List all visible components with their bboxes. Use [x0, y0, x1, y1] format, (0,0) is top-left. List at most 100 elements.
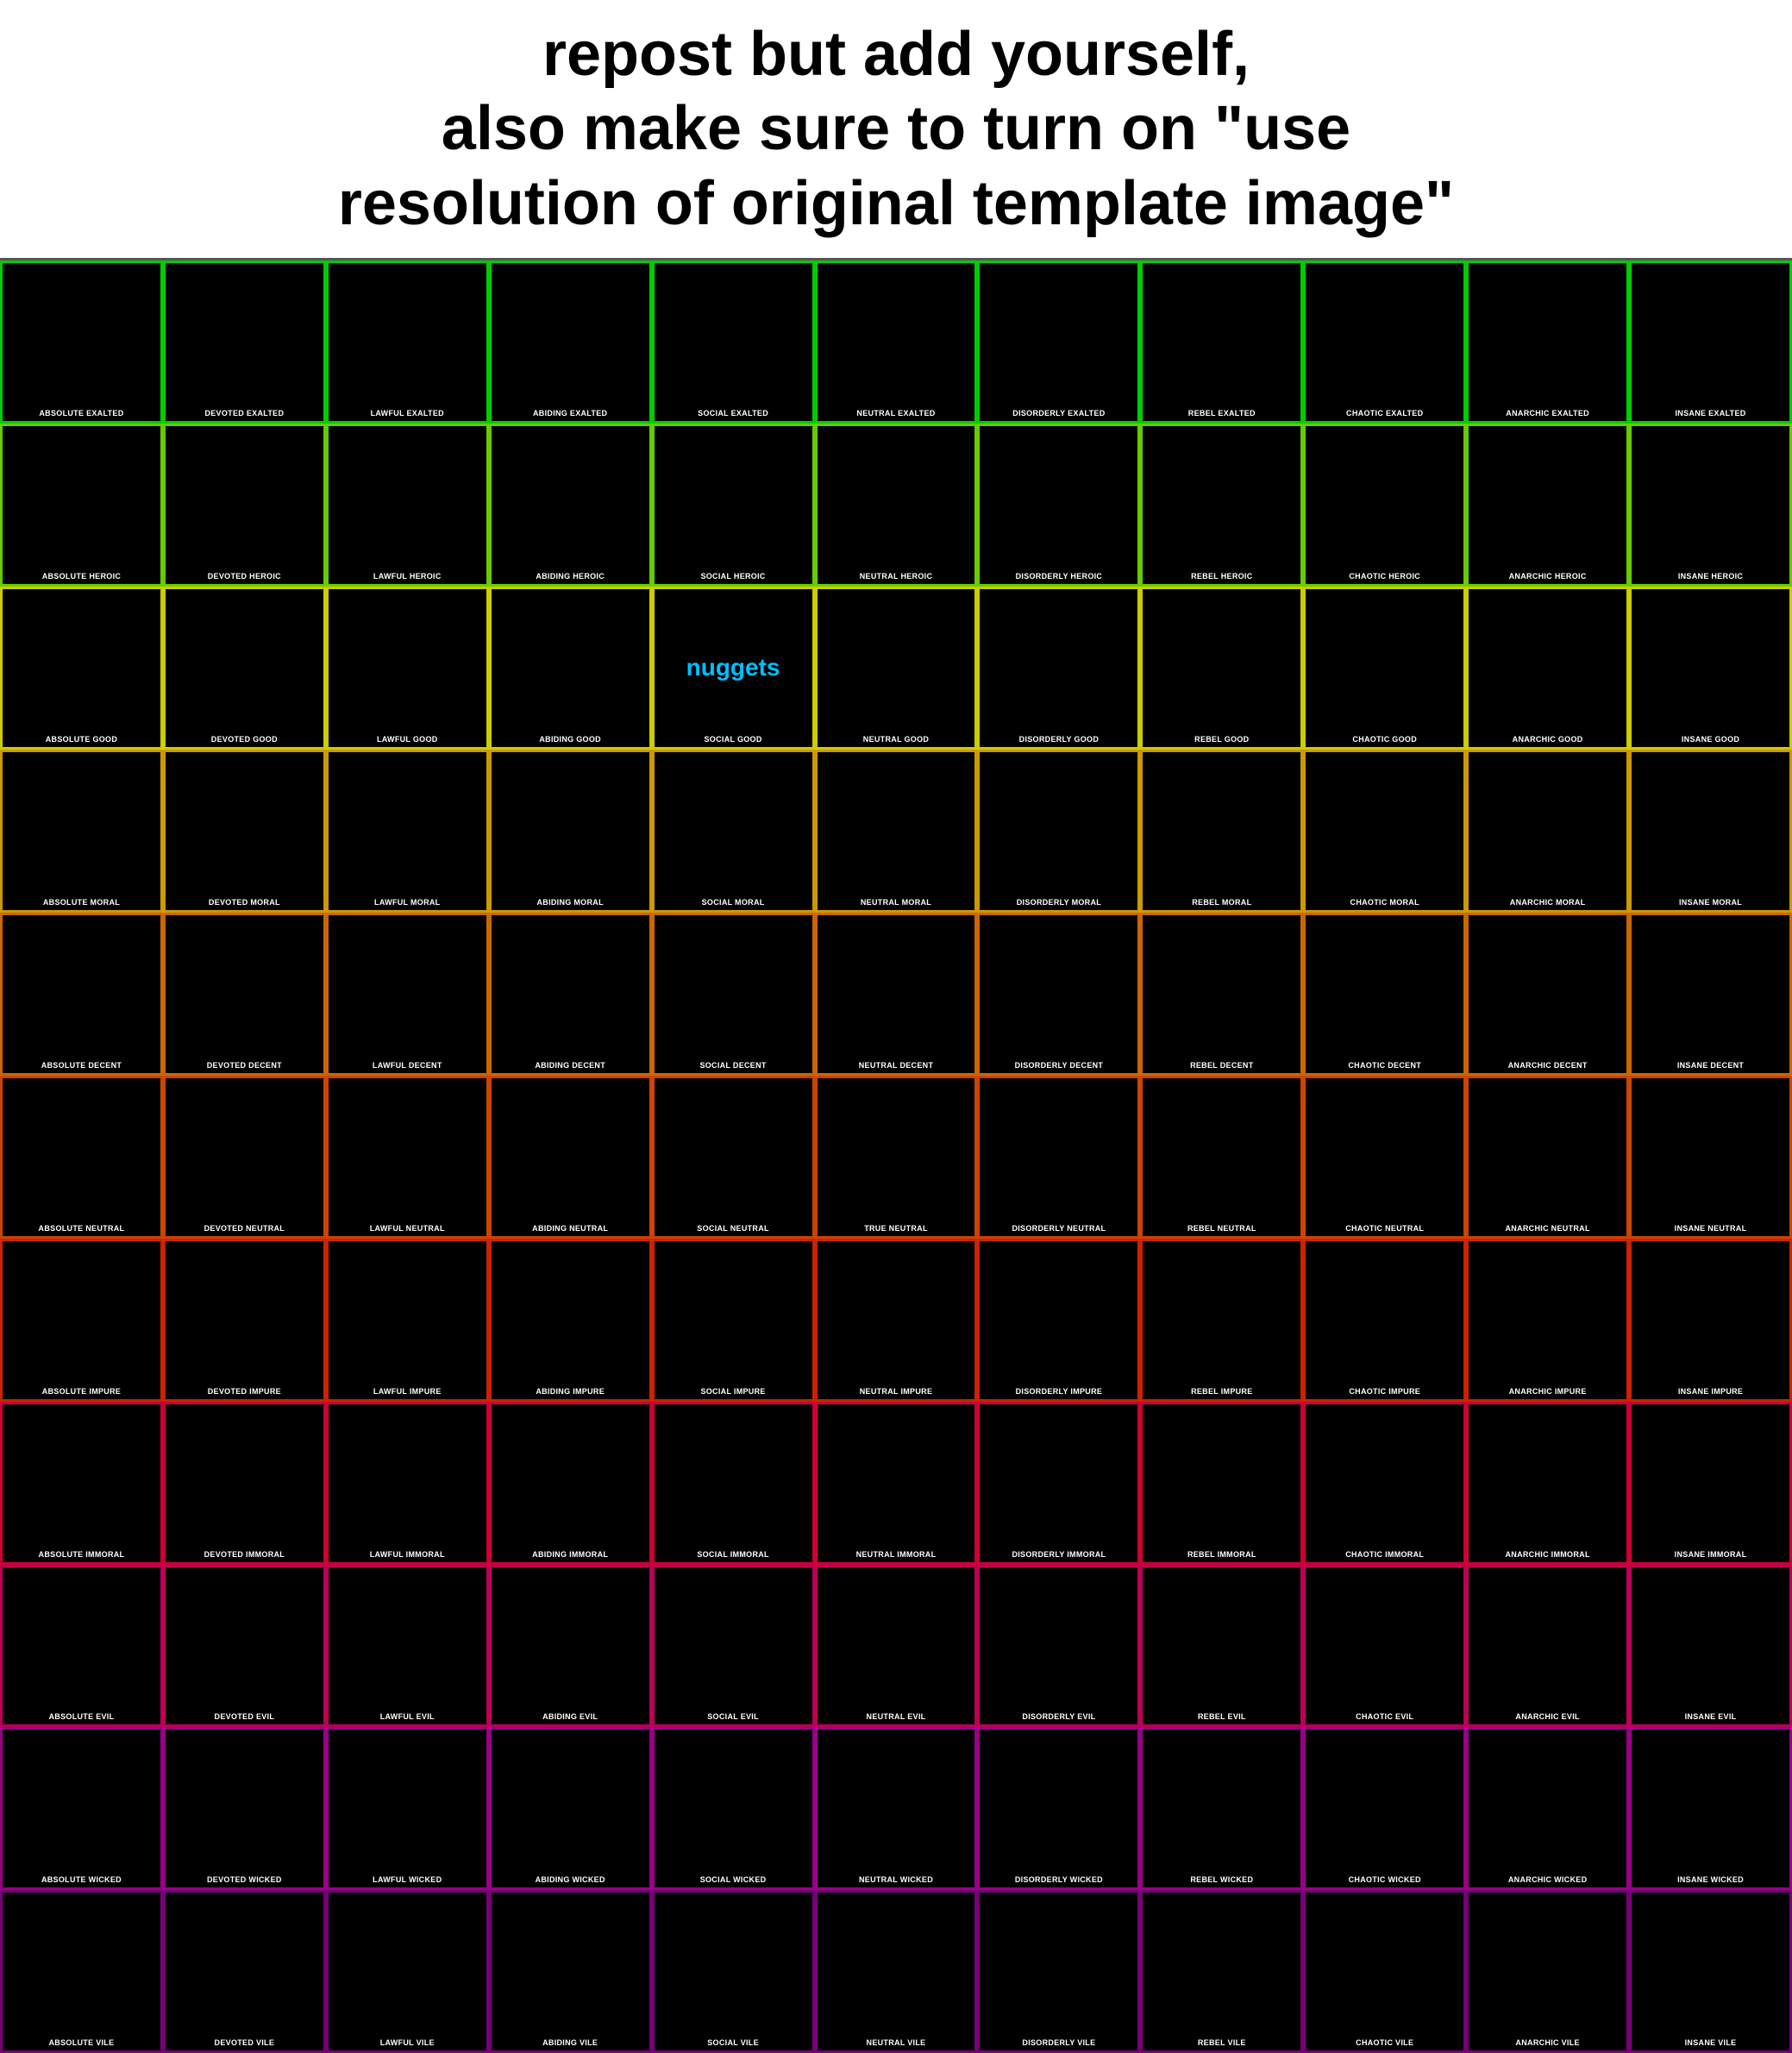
cell-label: REBEL WICKED [1143, 1874, 1300, 1886]
cell-label: LAWFUL EVIL [329, 1711, 486, 1723]
header-line1: repost but add yourself, [542, 20, 1250, 89]
grid-cell: NEUTRAL EXALTED [815, 261, 978, 424]
grid-cell: REBEL HEROIC [1140, 424, 1303, 587]
grid-cell: LAWFUL HEROIC [326, 424, 489, 587]
cell-label: SOCIAL NEUTRAL [655, 1222, 812, 1234]
cell-label: INSANE WICKED [1632, 1874, 1789, 1886]
grid-cell: SOCIAL EVIL [652, 1565, 815, 1728]
grid-cell: ABSOLUTE EXALTED [0, 261, 163, 424]
cell-label: ANARCHIC HEROIC [1469, 570, 1626, 582]
grid-cell: DISORDERLY DECENT [977, 913, 1140, 1076]
grid-cell: DISORDERLY HEROIC [977, 424, 1140, 587]
cell-label: LAWFUL HEROIC [329, 570, 486, 582]
cell-label: REBEL HEROIC [1143, 570, 1300, 582]
cell-label: NEUTRAL GOOD [818, 733, 975, 745]
cell-label: DEVOTED MORAL [166, 896, 323, 908]
grid-cell: LAWFUL MORAL [326, 750, 489, 913]
cell-label: DISORDERLY HEROIC [980, 570, 1137, 582]
grid-cell: DISORDERLY IMMORAL [977, 1402, 1140, 1565]
grid-cell: SOCIAL EXALTED [652, 261, 815, 424]
cell-label: CHAOTIC VILE [1306, 2037, 1463, 2049]
cell-label: LAWFUL VILE [329, 2037, 486, 2049]
cell-label: CHAOTIC IMMORAL [1306, 1548, 1463, 1560]
cell-label: REBEL MORAL [1143, 896, 1300, 908]
grid-cell: DEVOTED MORAL [163, 750, 326, 913]
cell-label: SOCIAL IMMORAL [655, 1548, 812, 1560]
grid-cell: DEVOTED NEUTRAL [163, 1076, 326, 1239]
cell-label: NEUTRAL VILE [818, 2037, 975, 2049]
cell-label: ANARCHIC IMPURE [1469, 1385, 1626, 1397]
cell-label: NEUTRAL EXALTED [818, 407, 975, 419]
cell-label: DEVOTED IMPURE [166, 1385, 323, 1397]
grid-cell: INSANE GOOD [1629, 587, 1792, 750]
grid-cell: DEVOTED GOOD [163, 587, 326, 750]
cell-label: DISORDERLY EXALTED [980, 407, 1137, 419]
grid-cell: LAWFUL VILE [326, 1890, 489, 2053]
grid-cell: REBEL EVIL [1140, 1565, 1303, 1728]
cell-label: DISORDERLY EVIL [980, 1711, 1137, 1723]
grid-cell: ABIDING EVIL [489, 1565, 652, 1728]
cell-label: ABIDING VILE [492, 2037, 649, 2049]
cell-label: ABIDING GOOD [492, 733, 649, 745]
grid-cell: INSANE IMMORAL [1629, 1402, 1792, 1565]
cell-label: ANARCHIC GOOD [1469, 733, 1626, 745]
cell-label: REBEL NEUTRAL [1143, 1222, 1300, 1234]
cell-label: ANARCHIC EXALTED [1469, 407, 1626, 419]
cell-label: DISORDERLY GOOD [980, 733, 1137, 745]
cell-label: REBEL EXALTED [1143, 407, 1300, 419]
cell-label: DISORDERLY WICKED [980, 1874, 1137, 1886]
cell-label: ANARCHIC EVIL [1469, 1711, 1626, 1723]
header-line3: resolution of original template image" [338, 169, 1454, 238]
grid-cell: LAWFUL IMPURE [326, 1239, 489, 1402]
cell-label: REBEL DECENT [1143, 1059, 1300, 1071]
grid-cell: ANARCHIC EVIL [1466, 1565, 1629, 1728]
cell-label: REBEL EVIL [1143, 1711, 1300, 1723]
grid-cell: SOCIAL VILE [652, 1890, 815, 2053]
grid-cell: ABSOLUTE MORAL [0, 750, 163, 913]
grid-cell: DEVOTED DECENT [163, 913, 326, 1076]
cell-label: SOCIAL IMPURE [655, 1385, 812, 1397]
cell-label: LAWFUL IMMORAL [329, 1548, 486, 1560]
grid-cell: ABIDING NEUTRAL [489, 1076, 652, 1239]
cell-label: DEVOTED EXALTED [166, 407, 323, 419]
grid-cell: INSANE HEROIC [1629, 424, 1792, 587]
grid-cell: ANARCHIC MORAL [1466, 750, 1629, 913]
grid-cell: REBEL WICKED [1140, 1727, 1303, 1890]
cell-label: NEUTRAL MORAL [818, 896, 975, 908]
cell-label: NEUTRAL EVIL [818, 1711, 975, 1723]
grid-cell: ABIDING EXALTED [489, 261, 652, 424]
grid-cell: SOCIAL MORAL [652, 750, 815, 913]
cell-label: DEVOTED DECENT [166, 1059, 323, 1071]
cell-label: REBEL IMPURE [1143, 1385, 1300, 1397]
cell-label: INSANE VILE [1632, 2037, 1789, 2049]
grid-cell: ANARCHIC IMPURE [1466, 1239, 1629, 1402]
grid-cell: INSANE MORAL [1629, 750, 1792, 913]
cell-label: SOCIAL VILE [655, 2037, 812, 2049]
cell-label: DISORDERLY NEUTRAL [980, 1222, 1137, 1234]
grid-cell: REBEL MORAL [1140, 750, 1303, 913]
cell-label: ABIDING EVIL [492, 1711, 649, 1723]
cell-label: ABIDING MORAL [492, 896, 649, 908]
cell-label: NEUTRAL DECENT [818, 1059, 975, 1071]
grid-cell: CHAOTIC GOOD [1303, 587, 1466, 750]
grid-cell: NEUTRAL EVIL [815, 1565, 978, 1728]
cell-label: ABSOLUTE MORAL [3, 896, 160, 908]
grid-cell: REBEL NEUTRAL [1140, 1076, 1303, 1239]
grid-cell: SOCIAL WICKED [652, 1727, 815, 1890]
cell-label: DEVOTED NEUTRAL [166, 1222, 323, 1234]
cell-label: SOCIAL EVIL [655, 1711, 812, 1723]
cell-label: INSANE MORAL [1632, 896, 1789, 908]
grid-cell: CHAOTIC HEROIC [1303, 424, 1466, 587]
grid-cell: ABIDING VILE [489, 1890, 652, 2053]
cell-label: DEVOTED IMMORAL [166, 1548, 323, 1560]
grid-cell: SOCIAL IMPURE [652, 1239, 815, 1402]
cell-label: ANARCHIC IMMORAL [1469, 1548, 1626, 1560]
cell-label: DEVOTED EVIL [166, 1711, 323, 1723]
grid-cell: NEUTRAL GOOD [815, 587, 978, 750]
grid-cell: CHAOTIC MORAL [1303, 750, 1466, 913]
grid-cell: REBEL DECENT [1140, 913, 1303, 1076]
grid-cell: REBEL IMPURE [1140, 1239, 1303, 1402]
cell-label: DEVOTED VILE [166, 2037, 323, 2049]
grid-cell: ANARCHIC DECENT [1466, 913, 1629, 1076]
grid-cell: ANARCHIC EXALTED [1466, 261, 1629, 424]
